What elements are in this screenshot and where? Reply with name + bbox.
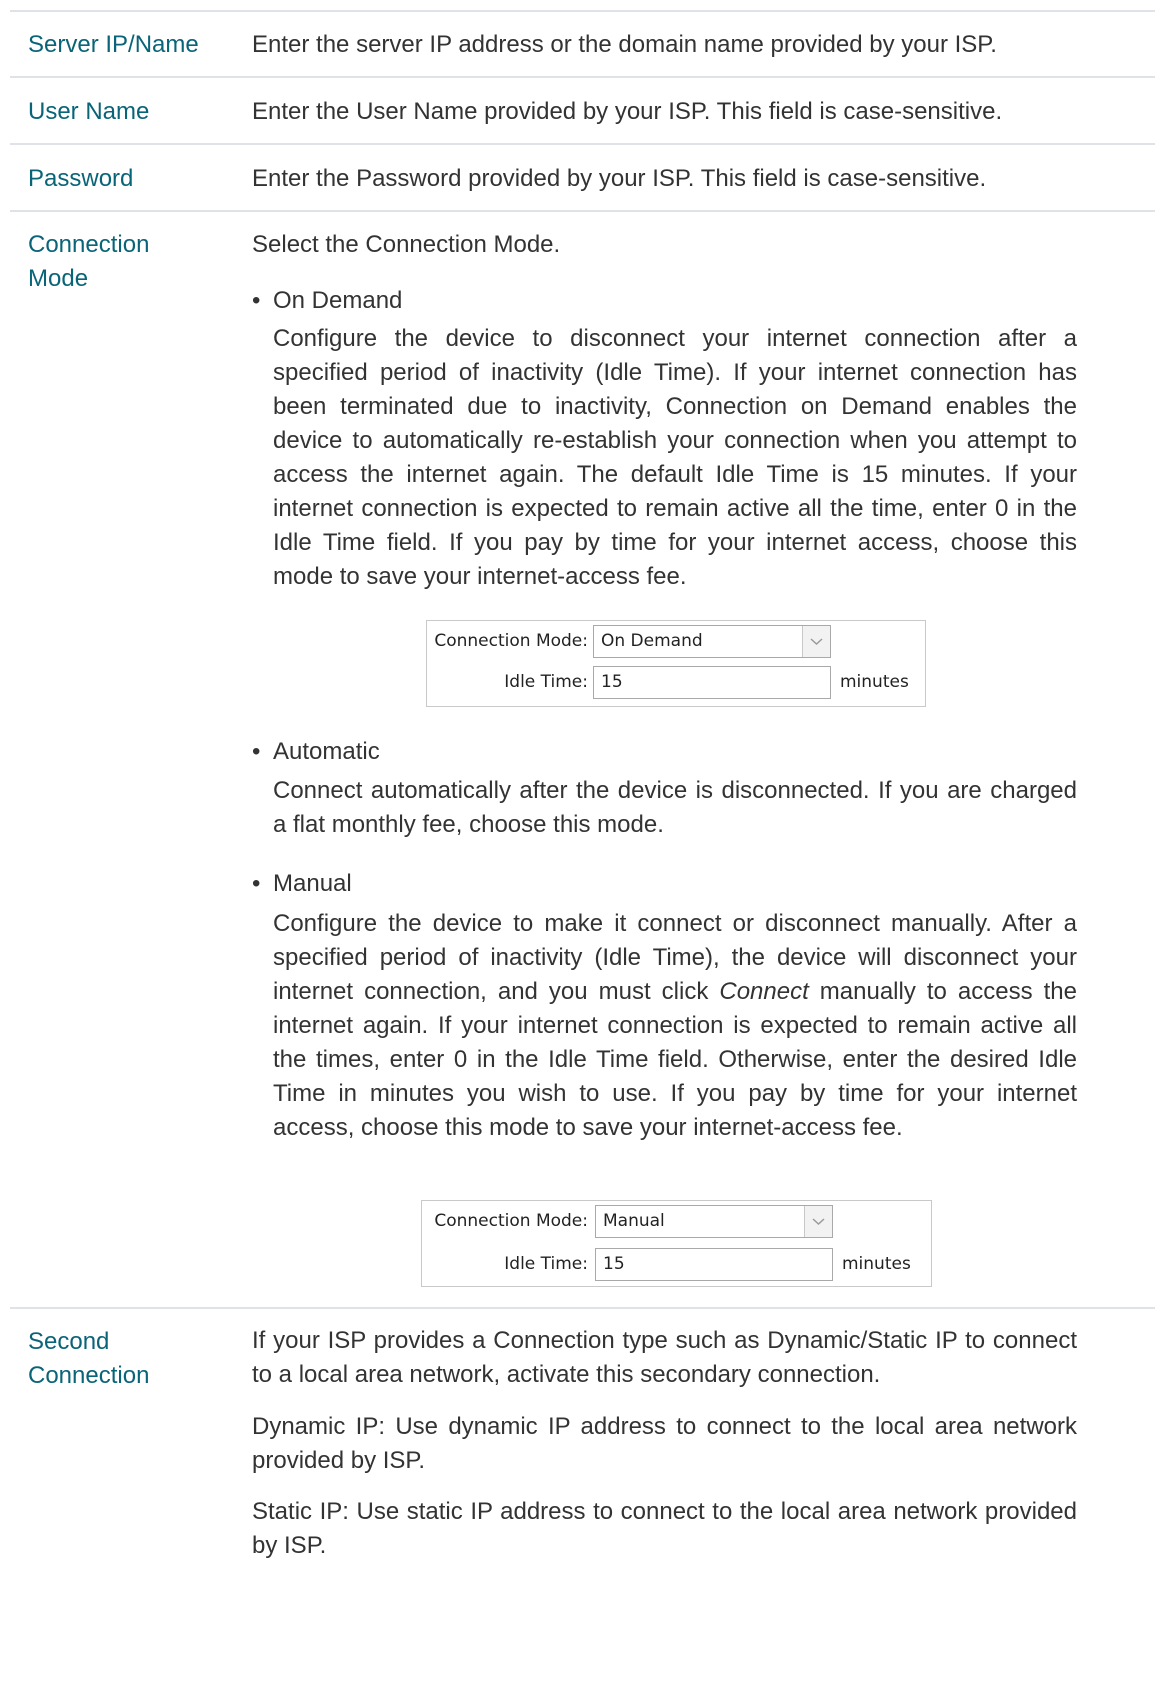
bullet-automatic: • Automatic: [252, 735, 380, 769]
chevron-down-icon: [810, 638, 823, 646]
term-second-connection-line1: Second: [28, 1328, 110, 1355]
on-demand-title: On Demand: [273, 287, 403, 314]
bullet-dot: •: [252, 287, 261, 314]
desc-user-name: Enter the User Name provided by your ISP…: [252, 98, 1003, 125]
idle-time-input[interactable]: 15: [593, 666, 831, 699]
idle-time-field-label: Idle Time:: [504, 672, 588, 692]
term-connection-mode: Connection Mode: [28, 228, 218, 296]
connection-mode-select[interactable]: On Demand: [593, 625, 831, 658]
on-demand-description: Configure the device to disconnect your …: [273, 325, 1077, 590]
manual-text-connect: Connect: [719, 978, 809, 1005]
term-connection-mode-line2: Mode: [28, 265, 89, 292]
term-user-name: User Name: [28, 98, 150, 125]
manual-settings-screenshot: Connection Mode: Manual Idle Time: 15 mi…: [421, 1200, 932, 1287]
automatic-title: Automatic: [273, 738, 380, 765]
connection-mode-select-value: Manual: [603, 1211, 665, 1231]
term-server-ip-name: Server IP/Name: [28, 31, 199, 58]
idle-time-unit: minutes: [842, 1254, 911, 1274]
term-second-connection: Second Connection: [28, 1325, 218, 1393]
idle-time-input[interactable]: 15: [595, 1248, 833, 1281]
bullet-on-demand: • On Demand: [252, 284, 402, 318]
idle-time-field-label: Idle Time:: [504, 1254, 588, 1274]
bullet-manual: • Manual: [252, 867, 352, 901]
dropdown-arrow[interactable]: [804, 1206, 832, 1237]
bullet-dot: •: [252, 738, 261, 765]
dynamic-ip-term: Dynamic IP:: [252, 1413, 386, 1440]
chevron-down-icon: [812, 1218, 825, 1226]
second-connection-intro: If your ISP provides a Connection type s…: [252, 1327, 1077, 1388]
connection-mode-select[interactable]: Manual: [595, 1205, 833, 1238]
connection-mode-intro: Select the Connection Mode.: [252, 231, 561, 258]
automatic-description: Connect automatically after the device i…: [273, 777, 1077, 838]
row-divider: [10, 1307, 1155, 1309]
connection-mode-field-label: Connection Mode:: [434, 631, 588, 651]
manual-description: Configure the device to make it connect …: [273, 907, 1077, 1145]
term-password: Password: [28, 165, 134, 192]
static-ip-text: Use static IP address to connect to the …: [252, 1498, 1077, 1559]
row-divider: [10, 143, 1155, 145]
desc-password: Enter the Password provided by your ISP.…: [252, 165, 987, 192]
desc-server-ip-name: Enter the server IP address or the domai…: [252, 31, 997, 58]
term-second-connection-line2: Connection: [28, 1362, 150, 1389]
connection-mode-select-value: On Demand: [601, 631, 703, 651]
static-ip-description: Static IP: Use static IP address to conn…: [252, 1495, 1077, 1563]
bullet-dot: •: [252, 870, 261, 897]
on-demand-settings-screenshot: Connection Mode: On Demand Idle Time: 15…: [426, 620, 926, 707]
row-divider: [10, 10, 1155, 12]
dynamic-ip-description: Dynamic IP: Use dynamic IP address to co…: [252, 1410, 1077, 1478]
static-ip-term: Static IP:: [252, 1498, 349, 1525]
dropdown-arrow[interactable]: [802, 626, 830, 657]
row-divider: [10, 210, 1155, 212]
row-divider: [10, 76, 1155, 78]
idle-time-unit: minutes: [840, 672, 909, 692]
manual-title: Manual: [273, 870, 352, 897]
connection-mode-field-label: Connection Mode:: [434, 1211, 588, 1231]
term-connection-mode-line1: Connection: [28, 231, 150, 258]
